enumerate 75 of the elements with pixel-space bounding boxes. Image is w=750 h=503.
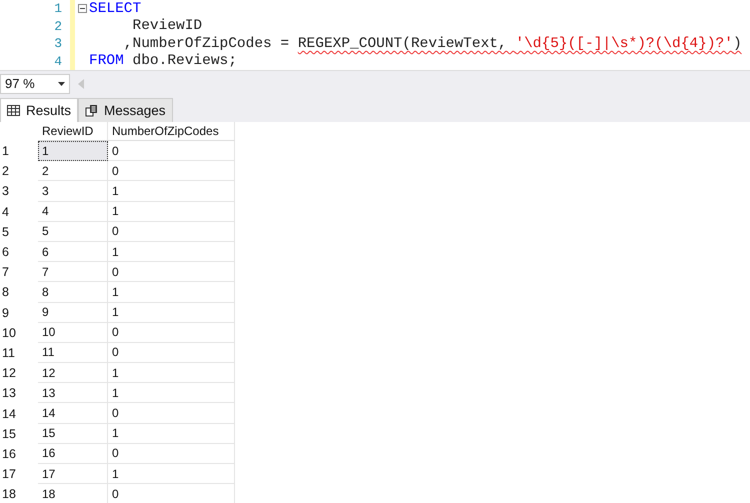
table-cell: 3 <box>38 181 108 202</box>
line-number: 1 <box>53 1 62 16</box>
table-cell: 0 <box>108 484 235 503</box>
row-number[interactable]: 2 <box>0 161 38 182</box>
table-cell: 1 <box>108 181 235 202</box>
table-cell: 6 <box>38 242 108 262</box>
line-number: 3 <box>53 36 62 52</box>
table-cell: 0 <box>108 262 235 282</box>
table-cell: 17 <box>38 464 108 484</box>
caret-icon <box>58 82 65 86</box>
code-token: REGEXP_COUNT(ReviewText, <box>298 36 508 52</box>
table-cell: 13 <box>38 383 108 404</box>
code-token: '\d{5}([-]|\s*)?(\d{4})?' <box>515 36 733 52</box>
table-cell: 15 <box>38 424 108 444</box>
row-number[interactable]: 11 <box>0 342 38 364</box>
table-cell: 1 <box>108 424 235 444</box>
row-number[interactable]: 1 <box>0 141 38 162</box>
row-number[interactable]: 4 <box>0 202 38 222</box>
grid-icon <box>7 105 20 116</box>
code-token: dbo.Reviews; <box>132 53 237 70</box>
table-cell: 1 <box>108 282 235 302</box>
table-cell: 9 <box>38 302 108 323</box>
collapse-icon[interactable] <box>78 4 86 14</box>
row-number[interactable]: 7 <box>0 262 38 282</box>
table-cell: 1 <box>108 202 235 222</box>
results-tab[interactable]: Results <box>0 98 78 122</box>
table-cell: 0 <box>108 342 235 364</box>
table-cell: 1 <box>108 242 235 262</box>
code-token: ,NumberOfZipCodes = <box>122 36 290 52</box>
row-number[interactable]: 6 <box>0 242 38 262</box>
row-number[interactable]: 3 <box>0 181 38 202</box>
table-cell: 14 <box>38 403 108 424</box>
table-cell: 4 <box>38 202 108 222</box>
zoom-dropdown[interactable]: 97 % <box>0 74 70 94</box>
row-number[interactable]: 13 <box>0 383 38 404</box>
row-number[interactable]: 18 <box>0 484 38 503</box>
row-number[interactable]: 5 <box>0 222 38 242</box>
column-header[interactable]: NumberOfZipCodes <box>108 122 235 141</box>
row-number[interactable]: 9 <box>0 302 38 323</box>
table-cell: 7 <box>38 262 108 282</box>
row-number[interactable]: 14 <box>0 403 38 424</box>
code-token: SELECT <box>89 0 142 17</box>
table-cell: 11 <box>38 342 108 364</box>
row-number[interactable]: 12 <box>0 363 38 384</box>
code-token: ) <box>732 36 742 52</box>
document-icon <box>85 104 98 117</box>
table-cell: 0 <box>108 161 235 182</box>
row-number[interactable]: 16 <box>0 444 38 464</box>
row-number[interactable]: 15 <box>0 424 38 444</box>
line-number: 2 <box>53 18 62 34</box>
results-tab[interactable]: Messages <box>78 98 173 122</box>
row-number[interactable]: 8 <box>0 282 38 302</box>
code-token: FROM <box>89 53 124 70</box>
table-cell: 0 <box>108 403 235 424</box>
table-cell: 5 <box>38 222 108 242</box>
change-bar <box>70 0 75 70</box>
table-cell: 1 <box>108 302 235 323</box>
table-cell: 8 <box>38 282 108 302</box>
table-cell: 2 <box>38 161 108 182</box>
row-number[interactable]: 17 <box>0 464 38 484</box>
line-number: 4 <box>53 54 62 69</box>
table-cell: 1 <box>108 464 235 484</box>
table-cell: 1 <box>108 363 235 384</box>
table-cell: 0 <box>108 322 235 343</box>
table-cell: 12 <box>38 363 108 384</box>
table-cell: 0 <box>108 141 235 162</box>
table-cell: 0 <box>108 222 235 242</box>
table-cell: 18 <box>38 484 108 503</box>
table-cell: 16 <box>38 444 108 464</box>
table-cell: 0 <box>108 444 235 464</box>
table-cell: 1 <box>38 141 108 162</box>
code-token: ReviewID <box>132 18 202 34</box>
table-cell: 10 <box>38 322 108 343</box>
table-cell: 1 <box>108 383 235 404</box>
row-number[interactable]: 10 <box>0 322 38 343</box>
